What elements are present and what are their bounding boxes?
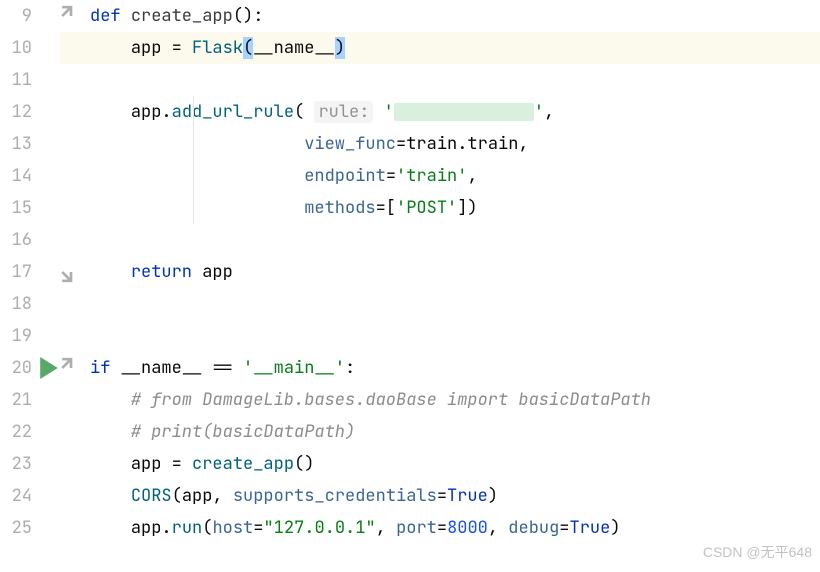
line-number: 14 bbox=[0, 160, 32, 192]
code-area[interactable]: def create_app(): app = Flask(__name__) … bbox=[60, 0, 820, 572]
code-line[interactable] bbox=[90, 64, 820, 96]
line-number: 13 bbox=[0, 128, 32, 160]
redacted-content bbox=[394, 103, 534, 121]
code-line[interactable]: # print(basicDataPath) bbox=[90, 416, 820, 448]
line-number: 12 bbox=[0, 96, 32, 128]
line-number: 15 bbox=[0, 192, 32, 224]
code-line[interactable] bbox=[90, 320, 820, 352]
line-number: 19 bbox=[0, 320, 32, 352]
code-line[interactable]: # from DamageLib.bases.daoBase import ba… bbox=[90, 384, 820, 416]
line-number: 10 bbox=[0, 32, 32, 64]
line-number: 22 bbox=[0, 416, 32, 448]
code-line[interactable]: view_func=train.train, bbox=[90, 128, 820, 160]
line-number: 21 bbox=[0, 384, 32, 416]
watermark: CSDN @无平648 bbox=[703, 536, 812, 568]
code-line[interactable]: return app bbox=[90, 256, 820, 288]
line-number: 24 bbox=[0, 480, 32, 512]
indent-guide bbox=[193, 96, 194, 224]
line-number: 9 bbox=[0, 0, 32, 32]
line-number-gutter: 9 10 11 12 13 14 15 16 17 18 19 20 21 22… bbox=[0, 0, 60, 572]
line-number: 17 bbox=[0, 256, 32, 288]
code-line[interactable]: CORS(app, supports_credentials=True) bbox=[90, 480, 820, 512]
line-number: 25 bbox=[0, 512, 32, 544]
line-number: 11 bbox=[0, 64, 32, 96]
line-number: 23 bbox=[0, 448, 32, 480]
line-number: 20 bbox=[0, 352, 32, 384]
line-number: 16 bbox=[0, 224, 32, 256]
code-line[interactable]: app = create_app() bbox=[90, 448, 820, 480]
code-line[interactable]: endpoint='train', bbox=[90, 160, 820, 192]
code-line[interactable]: def create_app(): bbox=[90, 0, 820, 32]
code-editor[interactable]: 9 10 11 12 13 14 15 16 17 18 19 20 21 22… bbox=[0, 0, 820, 572]
run-icon[interactable] bbox=[38, 352, 60, 384]
parameter-hint: rule: bbox=[314, 101, 373, 123]
code-line[interactable]: methods=['POST']) bbox=[90, 192, 820, 224]
code-line[interactable] bbox=[90, 288, 820, 320]
line-number: 18 bbox=[0, 288, 32, 320]
code-line[interactable]: if __name__ == '__main__': bbox=[90, 352, 820, 384]
code-line[interactable] bbox=[90, 224, 820, 256]
code-line[interactable]: app.add_url_rule( rule: '', bbox=[90, 96, 820, 128]
code-line[interactable]: app = Flask(__name__) bbox=[90, 32, 820, 64]
